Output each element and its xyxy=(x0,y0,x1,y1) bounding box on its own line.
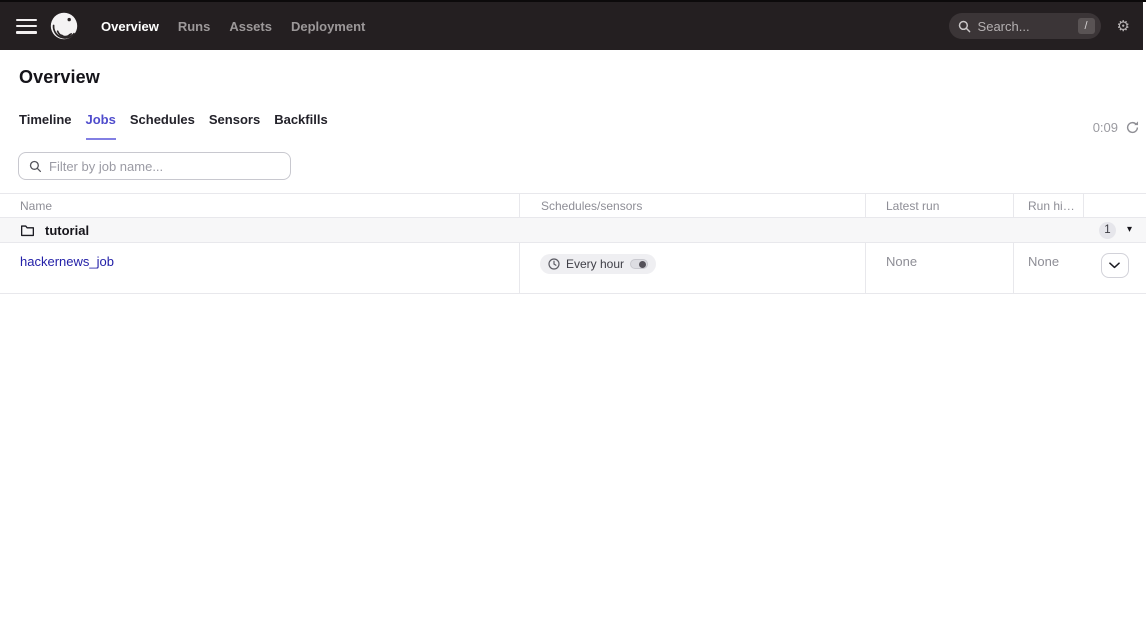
nav-item-deployment[interactable]: Deployment xyxy=(288,15,368,38)
nav-item-assets[interactable]: Assets xyxy=(226,15,275,38)
clock-icon xyxy=(548,258,560,270)
folder-icon xyxy=(20,224,35,237)
hamburger-menu-icon[interactable] xyxy=(16,19,37,34)
column-header-schedules-sensors: Schedules/sensors xyxy=(519,194,865,217)
job-filter-box xyxy=(18,152,291,180)
latest-run-value: None xyxy=(886,254,917,269)
run-history-cell: None xyxy=(1013,243,1083,293)
refresh-countdown: 0:09 xyxy=(1093,120,1118,135)
schedule-chip-label: Every hour xyxy=(566,257,624,271)
repo-group-row-tutorial[interactable]: tutorial 1 ▾ xyxy=(0,218,1146,243)
filter-search-icon xyxy=(29,160,42,173)
job-filter-input[interactable] xyxy=(49,159,280,174)
group-collapse-caret-icon[interactable]: ▾ xyxy=(1127,225,1132,235)
nav-item-overview[interactable]: Overview xyxy=(98,15,162,38)
chevron-down-icon xyxy=(1109,262,1120,269)
schedule-chip[interactable]: Every hour xyxy=(540,254,656,274)
settings-gear-icon[interactable]: ⚙ xyxy=(1117,19,1130,34)
tab-sensors[interactable]: Sensors xyxy=(209,112,260,140)
global-search-button[interactable]: Search... / xyxy=(949,13,1101,39)
table-row-hackernews-job: hackernews_job Every hour None None xyxy=(0,243,1146,293)
search-icon xyxy=(958,20,971,33)
tab-backfills[interactable]: Backfills xyxy=(274,112,327,140)
refresh-icon[interactable] xyxy=(1125,120,1140,135)
job-schedules-cell: Every hour xyxy=(519,243,865,293)
page-title: Overview xyxy=(19,67,1146,88)
top-nav-links: Overview Runs Assets Deployment xyxy=(98,15,368,38)
run-history-value: None xyxy=(1028,254,1059,269)
job-name-cell: hackernews_job xyxy=(0,243,519,293)
auto-refresh-area: 0:09 xyxy=(1093,120,1140,140)
search-shortcut-badge: / xyxy=(1078,18,1095,34)
group-row-right: 1 ▾ xyxy=(1099,222,1132,239)
column-header-actions xyxy=(1083,194,1146,217)
row-actions-cell xyxy=(1083,243,1146,293)
top-navigation-bar: Overview Runs Assets Deployment Search..… xyxy=(0,0,1146,50)
tab-schedules[interactable]: Schedules xyxy=(130,112,195,140)
tab-timeline[interactable]: Timeline xyxy=(19,112,72,140)
dagster-logo-icon[interactable] xyxy=(50,12,78,40)
jobs-table-header: Name Schedules/sensors Latest run Run hi… xyxy=(0,194,1146,218)
schedule-toggle[interactable] xyxy=(630,259,648,269)
overview-tabs: Timeline Jobs Schedules Sensors Backfill… xyxy=(19,112,328,140)
overview-tabs-row: Timeline Jobs Schedules Sensors Backfill… xyxy=(0,112,1146,140)
column-header-latest-run: Latest run xyxy=(865,194,1013,217)
job-name-link[interactable]: hackernews_job xyxy=(20,254,114,269)
latest-run-cell: None xyxy=(865,243,1013,293)
column-header-run-history: Run history xyxy=(1013,194,1083,217)
tab-jobs[interactable]: Jobs xyxy=(86,112,116,140)
row-expand-button[interactable] xyxy=(1101,253,1129,278)
jobs-table: Name Schedules/sensors Latest run Run hi… xyxy=(0,193,1146,294)
group-name: tutorial xyxy=(45,223,89,238)
group-job-count-badge: 1 xyxy=(1099,222,1116,239)
nav-item-runs[interactable]: Runs xyxy=(175,15,214,38)
search-placeholder: Search... xyxy=(978,19,1078,34)
column-header-name: Name xyxy=(0,194,519,217)
